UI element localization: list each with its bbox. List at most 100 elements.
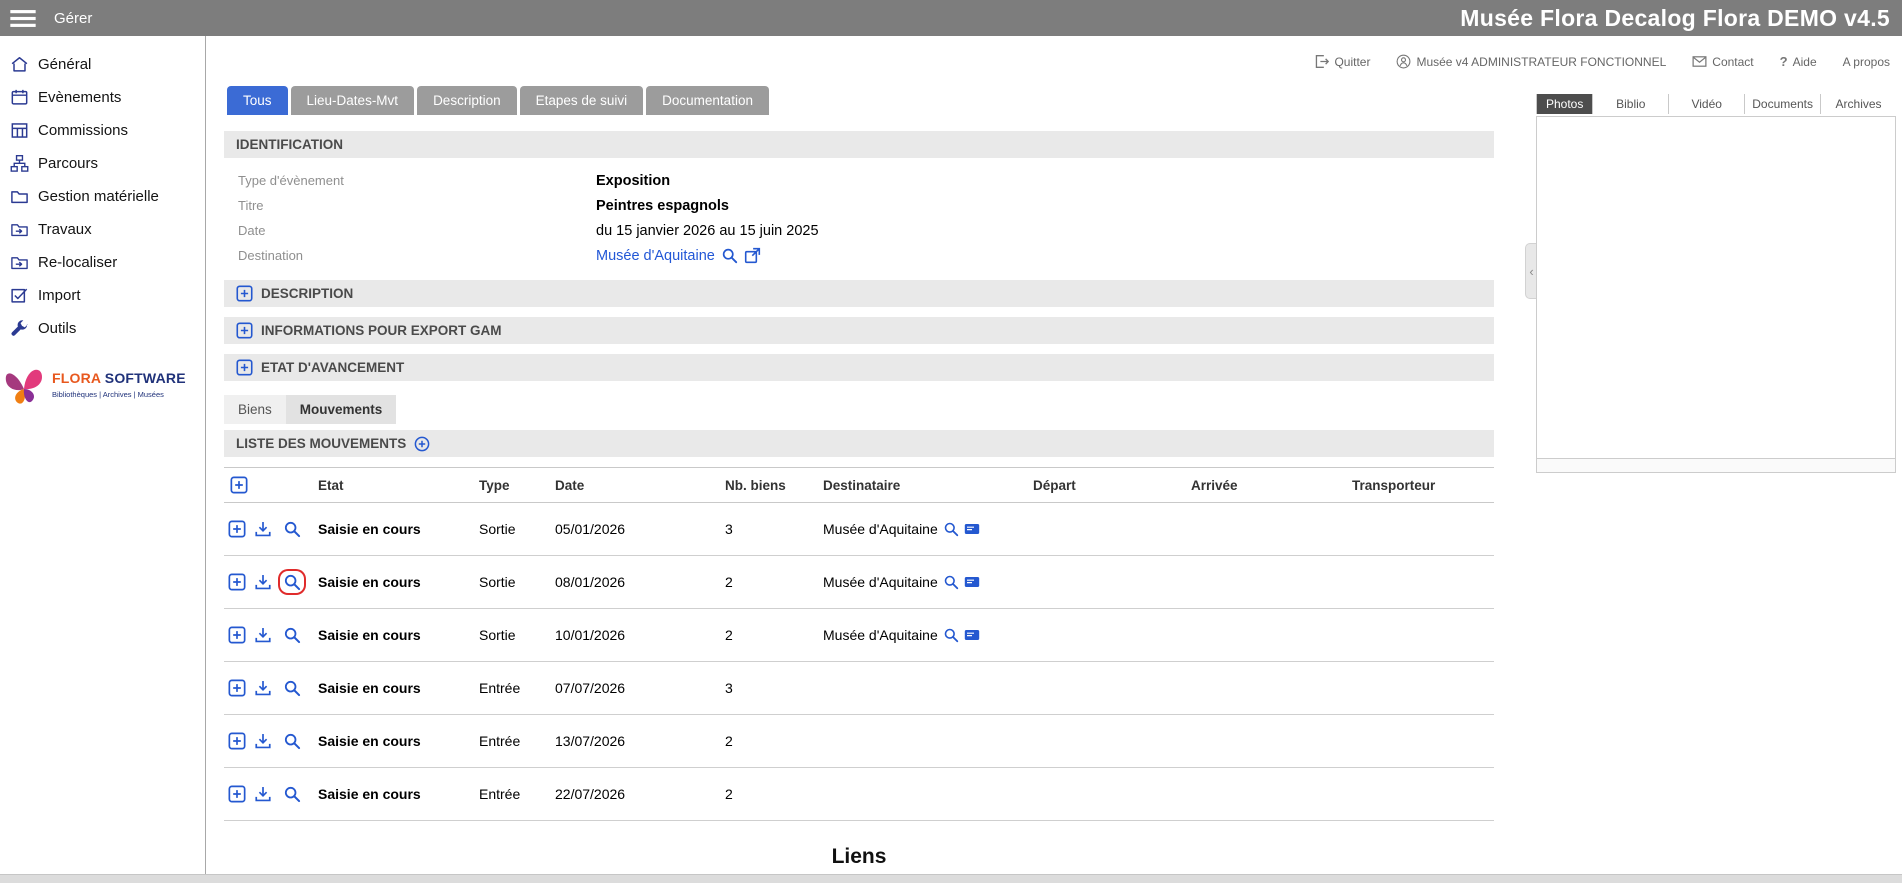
logo-tagline: Bibliothèques | Archives | Musées [52, 390, 186, 399]
tab[interactable]: Lieu-Dates-Mvt [291, 86, 415, 115]
sitemap-icon [10, 154, 29, 173]
sidebar-item-gestion-materielle[interactable]: Gestion matérielle [0, 180, 205, 213]
destination-link[interactable]: Musée d'Aquitaine [596, 248, 715, 264]
add-icon[interactable] [228, 573, 246, 591]
collapsed-section-bar[interactable]: ETAT D'AVANCEMENT [224, 354, 1494, 381]
topbar-menu-gerer[interactable]: Gérer [54, 10, 92, 27]
external-link-icon[interactable] [744, 247, 761, 264]
import-icon[interactable] [254, 679, 272, 697]
tab-label: Description [433, 93, 501, 108]
collapsed-sections: DESCRIPTION INFORMATIONS POUR EXPORT GAM… [224, 280, 1494, 381]
cell-type: Entrée [479, 733, 555, 749]
sidebar: Général Evènements Commissions Parcours … [0, 36, 206, 874]
cell-nb-biens: 2 [725, 786, 823, 802]
cell-nb-biens: 2 [725, 627, 823, 643]
import-icon[interactable] [254, 732, 272, 750]
flora-logo: FLORA SOFTWARE Bibliothèques | Archives … [0, 361, 205, 407]
sidebar-item-parcours[interactable]: Parcours [0, 147, 205, 180]
import-icon[interactable] [254, 573, 272, 591]
card-icon[interactable] [964, 627, 980, 643]
sidebar-item-evenements[interactable]: Evènements [0, 81, 205, 114]
user-menu[interactable]: Musée v4 ADMINISTRATEUR FONCTIONNEL [1396, 54, 1666, 69]
movement-row: Saisie en cours Entrée 07/07/2026 3 [224, 662, 1494, 715]
about-button[interactable]: A propos [1843, 55, 1890, 69]
collapsed-section-bar[interactable]: INFORMATIONS POUR EXPORT GAM [224, 317, 1494, 344]
tab[interactable]: Etapes de suivi [520, 86, 644, 115]
liens-heading: Liens [224, 845, 1494, 869]
field-label: Destination [224, 248, 596, 263]
sidebar-item-label: Commissions [38, 122, 128, 139]
horizontal-scrollbar[interactable] [0, 874, 1902, 883]
import-icon[interactable] [254, 785, 272, 803]
cell-date: 05/01/2026 [555, 521, 725, 537]
view-search-icon[interactable] [280, 783, 304, 805]
expand-plus-icon[interactable] [236, 322, 253, 339]
import-icon[interactable] [254, 626, 272, 644]
cell-nb-biens: 3 [725, 521, 823, 537]
quit-button[interactable]: Quitter [1314, 54, 1370, 69]
field-label: Type d'évènement [224, 173, 596, 188]
media-tab[interactable]: Biblio [1592, 94, 1668, 114]
search-icon[interactable] [721, 247, 738, 264]
add-icon[interactable] [228, 679, 246, 697]
expand-plus-icon[interactable] [236, 285, 253, 302]
section-liste-mouvements: LISTE DES MOUVEMENTS [224, 430, 1494, 457]
sidebar-item-outils[interactable]: Outils [0, 312, 205, 345]
view-search-icon[interactable] [280, 677, 304, 699]
sidebar-item-general[interactable]: Général [0, 48, 205, 81]
tab[interactable]: Documentation [646, 86, 769, 115]
sidebar-item-import[interactable]: Import [0, 279, 205, 312]
media-tab[interactable]: Vidéo [1668, 94, 1744, 114]
wrench-icon [10, 319, 29, 338]
field-label: Titre [224, 198, 596, 213]
cell-type: Sortie [479, 521, 555, 537]
add-movement-icon[interactable] [414, 436, 430, 452]
contact-button[interactable]: Contact [1692, 54, 1753, 69]
search-icon[interactable] [943, 574, 959, 590]
column-header: Transporteur [1352, 478, 1494, 493]
folder-icon [10, 187, 29, 206]
column-header: Date [555, 478, 725, 493]
media-tab-label: Biblio [1616, 97, 1645, 111]
help-button[interactable]: ? Aide [1780, 54, 1817, 69]
view-search-icon[interactable] [280, 624, 304, 646]
sidebar-item-label: Travaux [38, 221, 92, 238]
add-icon[interactable] [228, 785, 246, 803]
movements-table: Etat Type Date Nb. biens Destinataire Dé… [224, 467, 1494, 821]
expand-plus-icon[interactable] [236, 359, 253, 376]
media-tab[interactable]: Documents [1744, 94, 1820, 114]
card-icon[interactable] [964, 521, 980, 537]
hamburger-menu-icon[interactable] [10, 9, 36, 28]
add-icon[interactable] [228, 520, 246, 538]
collapsed-section-bar[interactable]: DESCRIPTION [224, 280, 1494, 307]
add-icon[interactable] [228, 626, 246, 644]
import-icon[interactable] [254, 520, 272, 538]
view-search-icon[interactable] [280, 518, 304, 540]
media-tab[interactable]: Archives [1820, 94, 1896, 114]
add-icon[interactable] [228, 732, 246, 750]
sidebar-item-travaux[interactable]: Travaux [0, 213, 205, 246]
sidebar-item-re-localiser[interactable]: Re-localiser [0, 246, 205, 279]
media-tab-label: Vidéo [1691, 97, 1721, 111]
section-title: LISTE DES MOUVEMENTS [236, 436, 406, 451]
identification-fields: Type d'évènement Exposition Titre Peintr… [224, 158, 1494, 280]
subtab[interactable]: Mouvements [286, 395, 397, 424]
sidebar-item-commissions[interactable]: Commissions [0, 114, 205, 147]
search-icon[interactable] [943, 521, 959, 537]
tab[interactable]: Description [417, 86, 517, 115]
cell-destinataire: Musée d'Aquitaine [823, 521, 938, 537]
add-row-icon[interactable] [230, 476, 248, 494]
media-viewer [1536, 116, 1896, 459]
cell-etat: Saisie en cours [318, 733, 479, 749]
tab[interactable]: Tous [227, 86, 288, 115]
subtab[interactable]: Biens [224, 395, 286, 424]
card-icon[interactable] [964, 574, 980, 590]
view-search-icon[interactable] [280, 730, 304, 752]
media-tab[interactable]: Photos [1536, 94, 1592, 114]
subtab-label: Mouvements [300, 402, 383, 417]
view-search-icon[interactable] [280, 571, 304, 593]
tab-label: Lieu-Dates-Mvt [307, 93, 399, 108]
search-icon[interactable] [943, 627, 959, 643]
sidebar-item-label: Parcours [38, 155, 98, 172]
media-tab-label: Archives [1836, 97, 1882, 111]
